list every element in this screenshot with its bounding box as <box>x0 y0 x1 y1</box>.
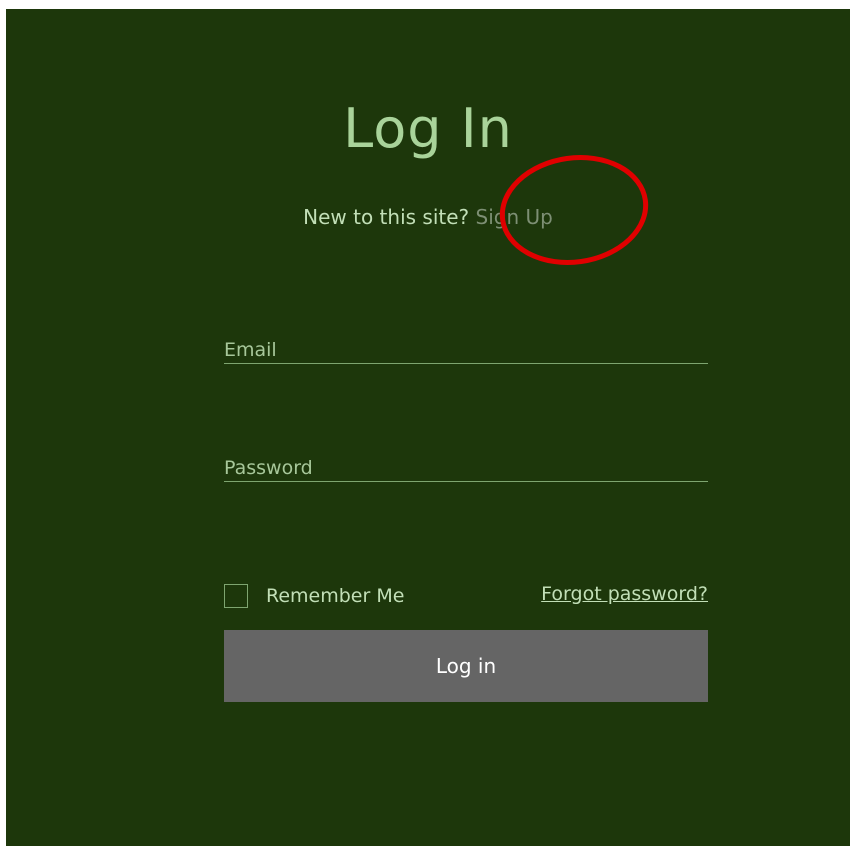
annotation-ellipse <box>499 155 649 265</box>
login-panel: Log In New to this site? Sign Up Remembe… <box>6 9 850 846</box>
annotation-circle <box>499 155 649 265</box>
